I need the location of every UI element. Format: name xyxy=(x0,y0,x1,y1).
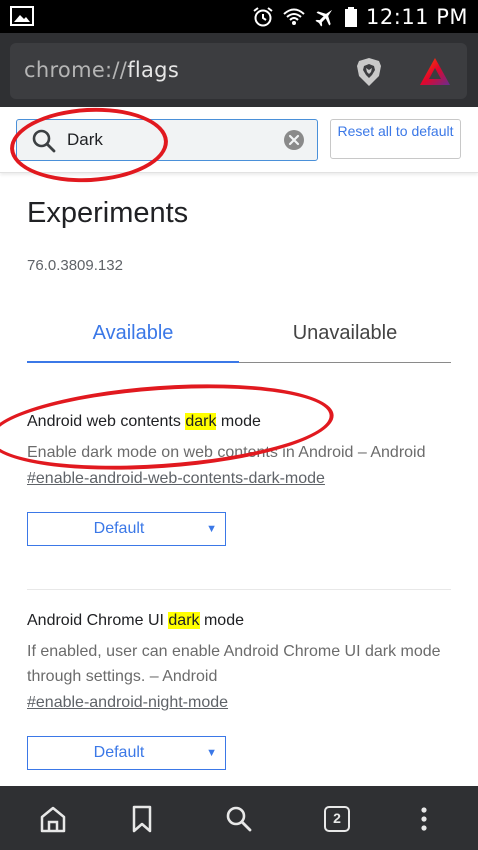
select-value: Default xyxy=(93,744,145,761)
experiment-description: Enable dark mode on web contents in Andr… xyxy=(27,444,426,461)
bat-rewards-icon[interactable] xyxy=(418,56,452,88)
experiment-title-text: mode xyxy=(216,413,261,430)
url-text[interactable]: chrome://flags xyxy=(24,58,179,82)
page-title: Experiments xyxy=(27,197,189,229)
battery-icon xyxy=(345,6,358,27)
experiment-title: Android web contents dark mode xyxy=(27,412,451,432)
search-input[interactable] xyxy=(67,120,277,160)
status-icons: 12:11 PM xyxy=(252,0,468,33)
search-highlight: dark xyxy=(168,612,200,629)
tab-switcher-icon[interactable]: 2 xyxy=(322,804,352,834)
select-value: Default xyxy=(93,520,145,537)
bookmark-icon[interactable] xyxy=(127,804,157,834)
experiment-permalink[interactable]: #enable-android-web-contents-dark-mode xyxy=(27,468,325,490)
experiment-title-text: Android web contents xyxy=(27,413,186,430)
tab-count: 2 xyxy=(324,806,350,832)
brave-shield-icon[interactable] xyxy=(353,56,385,88)
experiment-item: Android Chrome UI dark mode If enabled, … xyxy=(27,611,451,770)
experiment-description: If enabled, user can enable Android Chro… xyxy=(27,643,441,685)
reset-all-button[interactable]: Reset all to default xyxy=(330,119,461,159)
tab-unavailable[interactable]: Unavailable xyxy=(239,305,451,363)
tab-available[interactable]: Available xyxy=(27,305,239,363)
home-icon[interactable] xyxy=(38,804,68,834)
url-scheme: chrome:// xyxy=(24,58,128,82)
bottom-toolbar: 2 xyxy=(0,786,478,850)
wifi-icon xyxy=(283,8,305,25)
experiment-state-select[interactable]: Default ▼ xyxy=(27,512,226,546)
dropdown-arrow-icon: ▼ xyxy=(206,523,217,535)
screen: 12:11 PM chrome://flags Dark Reset all t… xyxy=(0,0,478,850)
version-number: 76.0.3809.132 xyxy=(27,257,123,274)
experiment-permalink[interactable]: #enable-android-night-mode xyxy=(27,692,228,714)
search-header: Reset all to default xyxy=(0,107,478,173)
divider xyxy=(27,589,451,590)
tab-bar: Available Unavailable xyxy=(27,305,451,363)
experiment-title: Android Chrome UI dark mode xyxy=(27,611,451,631)
search-icon[interactable] xyxy=(224,804,254,834)
experiment-item: Android web contents dark mode Enable da… xyxy=(27,412,451,546)
search-box[interactable] xyxy=(16,119,318,161)
experiment-title-text: Android Chrome UI xyxy=(27,612,169,629)
dropdown-arrow-icon: ▼ xyxy=(206,747,217,759)
experiment-state-select[interactable]: Default ▼ xyxy=(27,736,226,770)
browser-toolbar: chrome://flags xyxy=(0,33,478,107)
search-highlight: dark xyxy=(185,413,217,430)
status-time: 12:11 PM xyxy=(366,4,468,29)
alarm-icon xyxy=(253,6,273,26)
more-menu-icon[interactable] xyxy=(409,804,439,834)
url-path: flags xyxy=(127,58,180,82)
status-bar: 12:11 PM xyxy=(0,0,478,33)
airplane-icon xyxy=(315,9,333,27)
experiment-title-text: mode xyxy=(199,612,244,629)
url-bar[interactable]: chrome://flags xyxy=(10,43,467,99)
gallery-icon xyxy=(10,6,34,26)
clear-search-icon[interactable] xyxy=(283,129,305,151)
search-icon xyxy=(32,129,56,153)
